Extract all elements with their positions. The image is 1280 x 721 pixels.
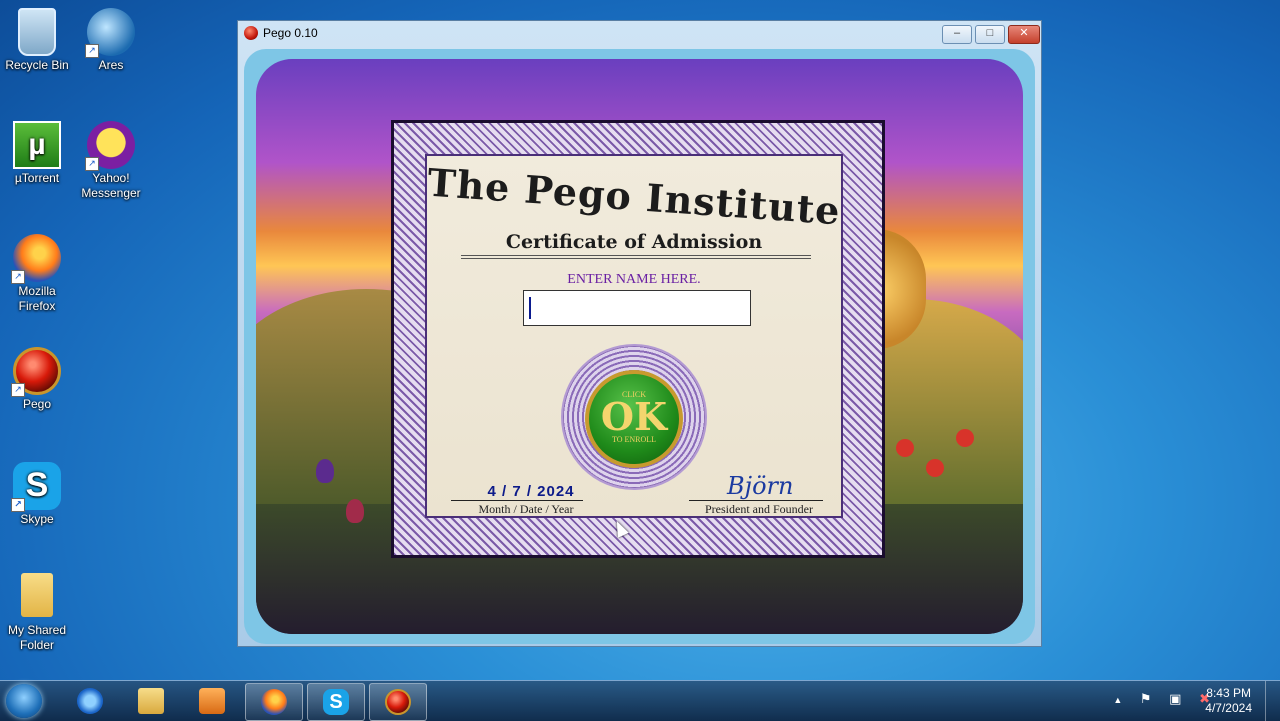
show-desktop-button[interactable]	[1265, 681, 1280, 721]
poppy-decoration	[956, 429, 974, 447]
window-titlebar[interactable]: Pego 0.10 – □ ✕	[238, 21, 1041, 45]
institute-title: The Pego Institute	[425, 159, 843, 234]
close-button[interactable]: ✕	[1008, 25, 1040, 44]
maximize-button[interactable]: □	[975, 25, 1005, 44]
certificate-subtitle: Certificate of Admission	[505, 231, 763, 253]
certificate-dialog: The Pego Institute Certificate of Admiss…	[391, 120, 885, 558]
desktop-icon-my-shared-folder[interactable]: My Shared Folder	[0, 573, 74, 653]
taskbar-item-firefox[interactable]	[245, 683, 303, 721]
date-signature-line	[451, 500, 583, 501]
skype-icon: S	[323, 689, 349, 715]
shortcut-arrow-icon: ↗	[11, 270, 25, 284]
tray-expand-icon[interactable]: ▲	[1113, 695, 1122, 705]
pego-app-icon	[244, 26, 258, 40]
taskbar-item-skype[interactable]: S	[307, 683, 365, 721]
system-tray: ▲ ⚑ ▣ ✖	[1099, 691, 1210, 707]
taskbar-clock[interactable]: 8:43 PM 4/7/2024	[1205, 686, 1252, 716]
desktop-icon-label: My Shared Folder	[7, 623, 67, 652]
media-player-icon	[199, 688, 225, 714]
desktop-icon-label: Yahoo! Messenger	[81, 171, 141, 200]
clock-time: 8:43 PM	[1206, 686, 1251, 700]
poppy-decoration	[896, 439, 914, 457]
utorrent-icon: µ	[13, 121, 61, 169]
certificate-body: The Pego Institute Certificate of Admiss…	[425, 154, 843, 518]
taskbar-item-internet-explorer[interactable]	[62, 683, 118, 719]
firefox-icon: ↗	[11, 234, 61, 284]
ares-icon: ↗	[85, 8, 135, 58]
desktop-icon-ares[interactable]: ↗ Ares	[74, 8, 148, 73]
desktop-icon-label: Skype	[20, 512, 54, 526]
desktop-icon-firefox[interactable]: ↗ Mozilla Firefox	[0, 234, 74, 314]
poppy-decoration	[926, 459, 944, 477]
start-button[interactable]	[6, 684, 42, 718]
desktop-icon-recycle-bin[interactable]: Recycle Bin	[0, 8, 74, 73]
taskbar-item-pego[interactable]	[369, 683, 427, 721]
clock-date: 4/7/2024	[1205, 701, 1252, 715]
founder-signature: Björn	[727, 472, 794, 500]
desktop-icon-label: Ares	[98, 58, 124, 72]
desktop-icon-utorrent[interactable]: µ µTorrent	[0, 121, 74, 186]
shortcut-arrow-icon: ↗	[11, 498, 25, 512]
desktop-icon-yahoo-messenger[interactable]: ↗ Yahoo! Messenger	[74, 121, 148, 201]
internet-explorer-icon	[77, 688, 103, 714]
desktop-icon-skype[interactable]: S ↗ Skype	[0, 462, 74, 527]
skype-icon: S ↗	[11, 462, 61, 512]
network-icon[interactable]: ▣	[1169, 691, 1181, 706]
yahoo-messenger-icon: ↗	[85, 121, 135, 171]
firefox-icon	[261, 689, 287, 715]
signer-label: President and Founder	[705, 502, 813, 516]
recycle-bin-icon	[13, 8, 61, 56]
shortcut-arrow-icon: ↗	[11, 383, 25, 397]
founder-signature-line	[689, 500, 823, 501]
window-title: Pego 0.10	[263, 26, 318, 40]
date-value: 4 / 7 / 2024	[487, 483, 575, 500]
pego-icon	[385, 689, 411, 715]
name-prompt: ENTER NAME HERE.	[567, 272, 701, 287]
desktop-icon-label: µTorrent	[14, 171, 60, 185]
name-input[interactable]	[523, 290, 751, 326]
windows-explorer-icon	[138, 688, 164, 714]
desktop-icon-label: Pego	[22, 397, 52, 411]
taskbar-item-media-player[interactable]	[184, 683, 240, 719]
ok-enroll-button[interactable]: CLICK OK TO ENROLL	[585, 370, 683, 468]
title-rule	[461, 255, 811, 259]
action-center-flag-icon[interactable]: ⚑	[1140, 691, 1152, 706]
desktop-icon-pego[interactable]: ↗ Pego	[0, 347, 74, 412]
tulip-decoration	[316, 459, 334, 483]
desktop-icon-label: Mozilla Firefox	[18, 284, 56, 313]
taskbar-item-windows-explorer[interactable]	[123, 683, 179, 719]
folder-icon	[13, 573, 61, 621]
taskbar: S ▲ ⚑ ▣ ✖ 8:43 PM 4/7/2024	[0, 680, 1280, 721]
minimize-button[interactable]: –	[942, 25, 972, 44]
tulip-decoration	[346, 499, 364, 523]
date-label: Month / Date / Year	[478, 502, 574, 516]
shortcut-arrow-icon: ↗	[85, 157, 99, 171]
ok-label: OK	[600, 394, 668, 439]
pego-icon: ↗	[11, 347, 61, 397]
text-caret	[529, 297, 531, 319]
desktop-icon-label: Recycle Bin	[5, 58, 69, 72]
shortcut-arrow-icon: ↗	[85, 44, 99, 58]
